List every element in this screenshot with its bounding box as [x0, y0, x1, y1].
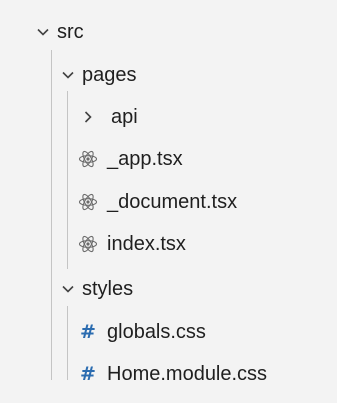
- tree-file-index-tsx[interactable]: index.tsx: [0, 223, 337, 265]
- chevron-down-icon: [57, 54, 79, 96]
- tree-file-globals-css[interactable]: # globals.css: [0, 311, 337, 353]
- hash-icon: #: [80, 363, 96, 385]
- file-label: _document.tsx: [107, 191, 238, 213]
- chevron-down-icon: [57, 268, 79, 310]
- react-icon: [76, 138, 100, 180]
- folder-label: src: [57, 21, 84, 43]
- tree-folder-api[interactable]: api: [0, 96, 337, 138]
- chevron-down-icon: [32, 11, 54, 53]
- tree-file-document-tsx[interactable]: _document.tsx: [0, 181, 337, 223]
- file-label: _app.tsx: [107, 148, 183, 170]
- file-label: globals.css: [107, 321, 206, 343]
- file-label: index.tsx: [107, 233, 186, 255]
- tree-folder-styles[interactable]: styles: [0, 268, 337, 310]
- folder-label: styles: [82, 278, 134, 300]
- react-icon: [76, 181, 100, 223]
- tree-folder-pages[interactable]: pages: [0, 54, 337, 96]
- chevron-right-icon: [77, 96, 99, 138]
- hash-icon: #: [80, 321, 96, 343]
- folder-label: api: [111, 106, 138, 128]
- tree-file-home-module-css[interactable]: # Home.module.css: [0, 353, 337, 395]
- react-icon: [76, 223, 100, 265]
- file-label: Home.module.css: [107, 363, 268, 385]
- folder-label: pages: [82, 64, 137, 86]
- tree-folder-src[interactable]: src: [0, 11, 337, 53]
- file-explorer-tree: src pages api _app.tsx _document.tsx ind…: [0, 0, 337, 403]
- tree-file-app-tsx[interactable]: _app.tsx: [0, 138, 337, 180]
